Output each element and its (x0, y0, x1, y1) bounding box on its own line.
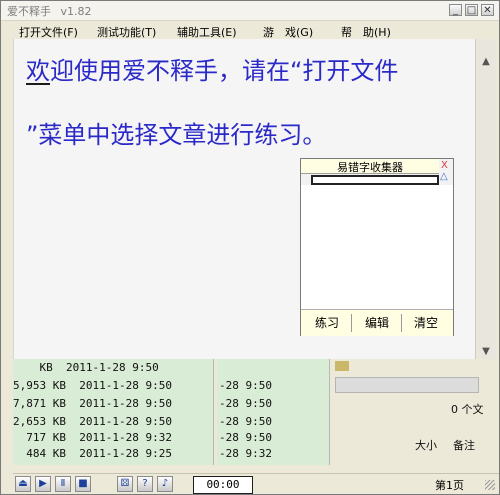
folder-pane[interactable]: 0 个文 大小 备注 (331, 359, 499, 465)
list-item[interactable]: 7,871 KB 2011-1-28 9:50 (13, 397, 172, 410)
list-item[interactable]: -28 9:50 (219, 431, 272, 444)
file-detail-pane[interactable]: -28 9:50 -28 9:50 -28 9:50 -28 9:50 -28 … (217, 359, 330, 465)
eject-icon[interactable]: ⏏ (15, 476, 31, 492)
dice-icon[interactable]: ⚄ (117, 476, 133, 492)
music-icon[interactable]: ♪ (157, 476, 173, 492)
maximize-button[interactable]: □ (465, 4, 478, 16)
stop-icon[interactable]: ■ (75, 476, 91, 492)
edit-button[interactable]: 编辑 (353, 314, 402, 332)
list-item[interactable]: 484 KB 2011-1-28 9:25 (13, 447, 172, 460)
collector-close-icon[interactable]: X (441, 160, 448, 171)
menu-games[interactable]: 游 戏(G) (263, 24, 313, 40)
play-icon[interactable]: ▶ (35, 476, 51, 492)
vertical-scrollbar[interactable]: ▲ ▼ (475, 39, 496, 371)
collector-word-list[interactable] (301, 185, 453, 309)
collector-button-bar: 练习 编辑 清空 (301, 309, 453, 336)
page-indicator: 第1页 (435, 479, 464, 492)
app-version: v1.82 (60, 5, 92, 18)
column-size-header[interactable]: 大小 (415, 437, 437, 453)
pause-icon[interactable]: Ⅱ (55, 476, 71, 492)
help-icon[interactable]: ? (137, 476, 153, 492)
folder-icon (335, 361, 349, 371)
file-list-pane[interactable]: KB 2011-1-28 9:50 5,953 KB 2011-1-28 9:5… (13, 359, 214, 465)
clear-button[interactable]: 清空 (403, 314, 449, 332)
list-item[interactable]: -28 9:50 (219, 415, 272, 428)
collector-input[interactable] (311, 175, 439, 185)
file-browser: KB 2011-1-28 9:50 5,953 KB 2011-1-28 9:5… (13, 359, 499, 465)
timer-display: 00:00 (193, 476, 253, 494)
collector-title: 易错字收集器 (301, 159, 439, 174)
menu-help[interactable]: 帮 助(H) (341, 24, 391, 40)
list-item[interactable]: 717 KB 2011-1-28 9:32 (13, 431, 172, 444)
list-item[interactable]: -28 9:50 (219, 379, 272, 392)
horizontal-scrollbar[interactable] (335, 377, 479, 393)
file-count: 0 个文 (451, 403, 484, 416)
list-item[interactable]: KB 2011-1-28 9:50 (13, 361, 158, 374)
practice-button[interactable]: 练习 (303, 314, 352, 332)
window-title: 爱不释手 v1.82 (7, 3, 92, 19)
collector-collapse-icon[interactable]: △ (440, 171, 448, 182)
resize-grip[interactable] (485, 480, 495, 490)
menu-tools[interactable]: 辅助工具(E) (177, 24, 237, 40)
list-item[interactable]: 2,653 KB 2011-1-28 9:50 (13, 415, 172, 428)
welcome-line-1: 欢迎使用爱不释手，请在“打开文件 (26, 57, 399, 85)
list-item[interactable]: 5,953 KB 2011-1-28 9:50 (13, 379, 172, 392)
list-item[interactable]: -28 9:32 (219, 447, 272, 460)
column-note-header[interactable]: 备注 (453, 437, 475, 453)
scroll-down-icon[interactable]: ▼ (479, 345, 493, 359)
text-cursor (26, 83, 50, 85)
welcome-line-2: ”菜单中选择文章进行练习。 (26, 121, 327, 149)
main-window: 爱不释手 v1.82 _ □ ✕ 打开文件(F) 测试功能(T) 辅助工具(E)… (0, 0, 500, 495)
menu-test-function[interactable]: 测试功能(T) (97, 24, 156, 40)
menu-bar: 打开文件(F) 测试功能(T) 辅助工具(E) 游 戏(G) 帮 助(H) (1, 21, 499, 39)
error-collector-panel: 易错字收集器 X △ 练习 编辑 清空 (300, 158, 454, 336)
app-name: 爱不释手 (7, 5, 51, 18)
menu-open-file[interactable]: 打开文件(F) (19, 24, 78, 40)
title-bar: 爱不释手 v1.82 _ □ ✕ (1, 1, 499, 21)
minimize-button[interactable]: _ (449, 4, 462, 16)
practice-text-area[interactable]: 欢迎使用爱不释手，请在“打开文件 ”菜单中选择文章进行练习。 易错字收集器 X … (13, 39, 476, 359)
close-button[interactable]: ✕ (481, 4, 494, 16)
scroll-up-icon[interactable]: ▲ (479, 55, 493, 69)
list-item[interactable]: -28 9:50 (219, 397, 272, 410)
bottom-toolbar: ⏏ ▶ Ⅱ ■ ⚄ ? ♪ 00:00 第1页 (13, 473, 499, 494)
